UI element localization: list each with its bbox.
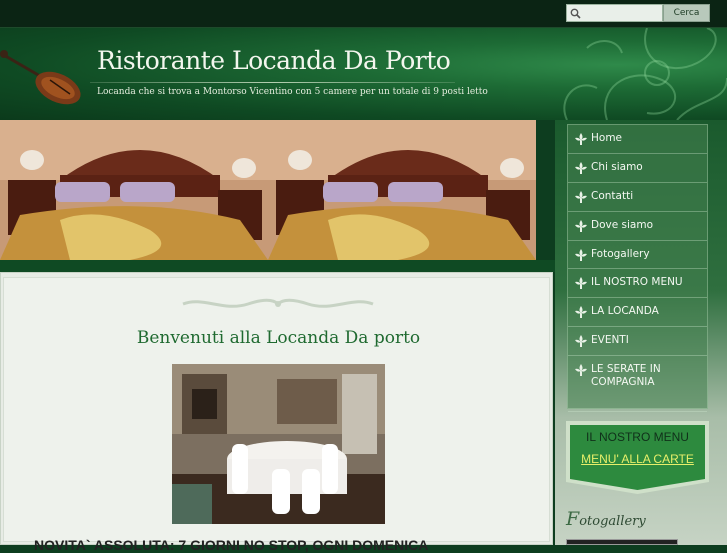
menu-promo-box[interactable]: IL NOSTRO MENU MENU' ALLA CARTE <box>566 421 709 494</box>
nav-label: Chi siamo <box>591 160 643 173</box>
nav-item-eventi[interactable]: EVENTI <box>568 327 707 357</box>
header-ornament-icon <box>563 28 727 120</box>
fotogallery-heading: Fotogallery <box>566 508 646 530</box>
content-panel: Benvenuti alla Locanda Da porto <box>3 277 550 542</box>
search-form: Cerca <box>566 4 710 26</box>
nav-item-la-locanda[interactable]: LA LOCANDA <box>568 298 707 328</box>
main-content: Benvenuti alla Locanda Da porto NOVITA` … <box>0 272 553 553</box>
nav-label: IL NOSTRO MENU <box>591 276 683 289</box>
search-icon <box>570 8 581 19</box>
fleur-de-lis-icon <box>575 364 587 377</box>
site-title[interactable]: Ristorante Locanda Da Porto <box>97 46 451 75</box>
fleur-de-lis-icon <box>575 277 587 290</box>
news-headline: NOVITA` ASSOLUTA: 7 GIORNI NO STOP, OGNI… <box>34 537 429 553</box>
dining-room-photo[interactable] <box>172 364 385 524</box>
nav-item-dove-siamo[interactable]: Dove siamo <box>568 212 707 241</box>
search-field[interactable] <box>566 4 663 26</box>
bedroom-photo <box>268 120 536 260</box>
sidebar-nav: Home Chi siamo Contatti Dove siamo Fotog… <box>567 124 708 413</box>
nav-item-il-nostro-menu[interactable]: IL NOSTRO MENU <box>568 269 707 299</box>
gallery-thumbnail[interactable] <box>566 539 678 545</box>
menubox-title: IL NOSTRO MENU <box>586 430 689 444</box>
welcome-heading: Benvenuti alla Locanda Da porto <box>136 328 421 348</box>
fleur-de-lis-icon <box>575 219 587 232</box>
nav-item-contatti[interactable]: Contatti <box>568 183 707 212</box>
nav-label: LE SERATE IN COMPAGNIA <box>591 363 661 389</box>
nav-label: Dove siamo <box>591 218 653 231</box>
nav-item-le-serate[interactable]: LE SERATE IN COMPAGNIA <box>568 356 707 413</box>
site-tagline: Locanda che si trova a Montorso Vicentin… <box>97 87 488 97</box>
menu-alla-carte-link[interactable]: MENU' ALLA CARTE <box>566 452 709 466</box>
nav-item-home[interactable]: Home <box>568 125 707 154</box>
nav-label: Home <box>591 132 623 144</box>
fotogallery-rest: otogallery <box>579 514 646 529</box>
nav-item-fotogallery[interactable]: Fotogallery <box>568 241 707 270</box>
fleur-de-lis-icon <box>575 190 587 203</box>
green-band <box>0 260 555 272</box>
nav-label: LA LOCANDA <box>591 305 659 318</box>
fleur-de-lis-icon <box>575 133 587 145</box>
header-banner <box>0 120 555 260</box>
site-header: Ristorante Locanda Da Porto Locanda che … <box>0 28 727 120</box>
ornamental-divider-icon <box>182 298 374 308</box>
fleur-de-lis-icon <box>575 161 587 174</box>
nav-label: Fotogallery <box>591 247 650 260</box>
nav-label: Contatti <box>591 189 634 202</box>
title-divider <box>90 82 455 83</box>
nav-item-chi-siamo[interactable]: Chi siamo <box>568 154 707 183</box>
violin-logo <box>0 50 81 105</box>
fleur-de-lis-icon <box>575 248 587 261</box>
search-input[interactable] <box>583 9 661 26</box>
fotogallery-initial: F <box>566 508 580 530</box>
search-button[interactable]: Cerca <box>663 4 710 22</box>
nav-label: EVENTI <box>591 334 629 347</box>
fleur-de-lis-icon <box>575 306 587 319</box>
fleur-de-lis-icon <box>575 335 587 348</box>
top-bar: Cerca <box>0 0 727 28</box>
bedroom-photo <box>0 120 268 260</box>
